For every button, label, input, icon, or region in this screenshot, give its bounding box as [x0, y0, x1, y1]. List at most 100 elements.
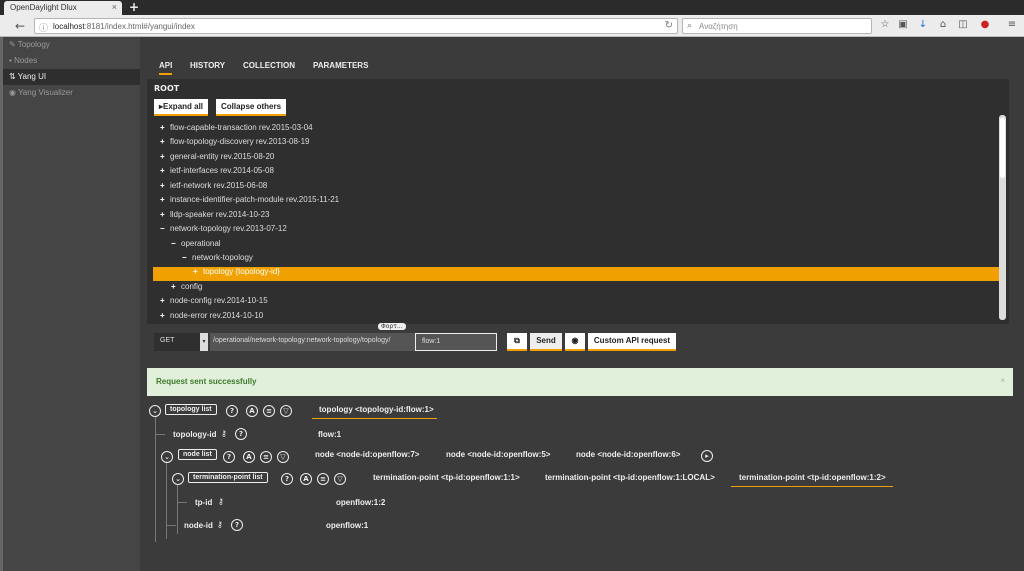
collapse-chevron-icon[interactable]: ⌄	[149, 405, 161, 417]
status-success-alert: Request sent successfully ×	[147, 368, 1013, 396]
add-icon[interactable]: A	[246, 405, 258, 417]
collapse-chevron-icon[interactable]: ⌄	[172, 473, 184, 485]
home-icon[interactable]: ⌂	[936, 19, 950, 30]
expand-icon[interactable]: +	[160, 311, 170, 319]
reload-icon[interactable]: ↻	[665, 20, 673, 31]
help-icon[interactable]: ?	[281, 473, 293, 485]
scrollbar-thumb[interactable]	[1000, 118, 1005, 178]
expand-all-label: Expand all	[163, 102, 204, 111]
tree-row[interactable]: + flow-topology-discovery rev.2013-08-19	[160, 137, 309, 151]
sidebar-item-yang-ui[interactable]: ⇅ Yang UI	[3, 69, 140, 85]
expand-icon[interactable]: +	[171, 282, 181, 291]
tree-row[interactable]: + node-config rev.2014-10-15	[160, 296, 268, 310]
copy-icon[interactable]: ⧉	[507, 333, 527, 351]
help-icon[interactable]: ?	[235, 428, 247, 440]
expand-icon[interactable]: +	[160, 152, 170, 161]
list-icon[interactable]: ≡	[263, 405, 275, 417]
termination-point-entry[interactable]: termination-point <tp-id:openflow:1:LOCA…	[545, 473, 715, 482]
expand-all-button[interactable]: ▸Expand all	[154, 99, 209, 116]
sidebar-item-yang-visualizer[interactable]: ◉ Yang Visualizer	[3, 85, 140, 101]
tree-row[interactable]: − operational	[171, 239, 221, 253]
pocket-icon[interactable]: ◫	[956, 19, 970, 30]
list-icon[interactable]: ≡	[317, 473, 329, 485]
tree-row[interactable]: + node-error rev.2014-10-10	[160, 311, 263, 319]
node-list-label[interactable]: node list	[178, 449, 217, 460]
tree-row[interactable]: + lldp-speaker rev.2014-10-23	[160, 210, 269, 224]
method-select[interactable]: GET	[154, 333, 204, 351]
tab-collection[interactable]: COLLECTION	[243, 61, 295, 70]
collapse-others-button[interactable]: Collapse others	[216, 99, 287, 116]
node-entry[interactable]: node <node-id:openflow:7>	[315, 450, 419, 459]
help-icon[interactable]: ?	[223, 451, 235, 463]
search-bar[interactable]: ⌕ Αναζήτηση	[682, 18, 872, 34]
tab-api[interactable]: API	[159, 61, 173, 75]
path-param-input[interactable]: flow:1	[415, 333, 497, 351]
main-content: API HISTORY COLLECTION PARAMETERS ROOT ▸…	[140, 37, 1024, 571]
expand-icon[interactable]: +	[160, 137, 170, 146]
collapse-icon[interactable]: −	[171, 239, 181, 248]
tab-close-icon[interactable]: ×	[112, 2, 117, 12]
expand-icon[interactable]: +	[160, 181, 170, 190]
tree-row[interactable]: − network-topology	[182, 253, 253, 267]
help-icon[interactable]: ?	[226, 405, 238, 417]
reading-list-icon[interactable]: ▣	[896, 19, 910, 30]
tab-parameters[interactable]: PARAMETERS	[313, 61, 368, 70]
expand-icon[interactable]: +	[160, 210, 170, 219]
key-icon: ⚷	[221, 429, 227, 438]
tree-row[interactable]: + flow-capable-transaction rev.2015-03-04	[160, 123, 313, 137]
termination-point-entry[interactable]: termination-point <tp-id:openflow:1:2>	[739, 473, 886, 482]
url-bar[interactable]: ⓘ localhost:8181/index.html#/yangui/inde…	[34, 18, 678, 34]
add-icon[interactable]: A	[243, 451, 255, 463]
filter-icon[interactable]: ▽	[280, 405, 292, 417]
tree-row[interactable]: + ietf-network rev.2015-06-08	[160, 181, 267, 195]
tab-history[interactable]: HISTORY	[190, 61, 225, 70]
tree-row-label: node-error rev.2014-10-10	[170, 311, 264, 319]
collapse-chevron-icon[interactable]: ⌄	[161, 451, 173, 463]
termination-point-list-label[interactable]: termination-point list	[188, 472, 268, 483]
node-entry[interactable]: node <node-id:openflow:5>	[446, 450, 550, 459]
browser-tab[interactable]: OpenDaylight Dlux ×	[4, 1, 122, 15]
termination-point-entry[interactable]: termination-point <tp-id:openflow:1:1>	[373, 473, 520, 482]
tree-row[interactable]: + instance-identifier-patch-module rev.20…	[160, 195, 339, 209]
expand-icon[interactable]: +	[160, 123, 170, 132]
send-button[interactable]: Send	[530, 333, 562, 351]
info-icon[interactable]: ⓘ	[39, 21, 48, 34]
adblock-icon[interactable]: ●	[978, 19, 992, 30]
back-icon[interactable]: ←	[12, 18, 28, 34]
preview-eye-icon[interactable]: ◉	[565, 333, 585, 351]
active-underline	[731, 486, 893, 487]
method-dropdown-icon[interactable]: ▾	[200, 333, 208, 351]
filter-icon[interactable]: ▽	[277, 451, 289, 463]
expand-icon[interactable]: +	[160, 166, 170, 175]
help-icon[interactable]: ?	[231, 519, 243, 531]
bookmark-star-icon[interactable]: ☆	[878, 19, 892, 30]
node-id-label: node-id	[184, 521, 213, 530]
topology-list-label[interactable]: topology list	[165, 404, 217, 415]
browser-tab-bar: OpenDaylight Dlux × +	[0, 0, 1024, 15]
node-entry[interactable]: node <node-id:openflow:6>	[576, 450, 680, 459]
custom-api-request-button[interactable]: Custom API request	[588, 333, 676, 351]
close-icon[interactable]: ×	[1000, 376, 1005, 385]
tree-scrollbar[interactable]	[999, 115, 1006, 320]
tree-row-selected[interactable]: + topology {topology-id}	[153, 267, 999, 281]
expand-icon[interactable]: +	[160, 195, 170, 204]
collapse-icon[interactable]: −	[182, 253, 192, 262]
expand-icon[interactable]: +	[193, 267, 203, 276]
tree-row[interactable]: + config	[171, 282, 202, 296]
sidebar-item-nodes[interactable]: ▪ Nodes	[3, 53, 140, 69]
tree-row[interactable]: − network-topology rev.2013-07-12	[160, 224, 287, 238]
add-icon[interactable]: A	[300, 473, 312, 485]
new-tab-button[interactable]: +	[129, 0, 139, 14]
topology-entry[interactable]: topology <topology-id:flow:1>	[319, 405, 434, 414]
menu-icon[interactable]: ≡	[1005, 19, 1019, 30]
sidebar-item-topology[interactable]: ✎ Topology	[3, 37, 140, 53]
download-icon[interactable]: ↓	[916, 19, 930, 30]
filter-icon[interactable]: ▽	[334, 473, 346, 485]
next-page-icon[interactable]: ▸	[701, 450, 713, 462]
expand-icon[interactable]: +	[160, 296, 170, 305]
list-icon[interactable]: ≡	[260, 451, 272, 463]
collapse-icon[interactable]: −	[160, 224, 170, 233]
tree-row[interactable]: + ietf-interfaces rev.2014-05-08	[160, 166, 274, 180]
tree-row[interactable]: + general-entity rev.2015-08-20	[160, 152, 274, 166]
tree-row-label: operational	[181, 239, 221, 248]
